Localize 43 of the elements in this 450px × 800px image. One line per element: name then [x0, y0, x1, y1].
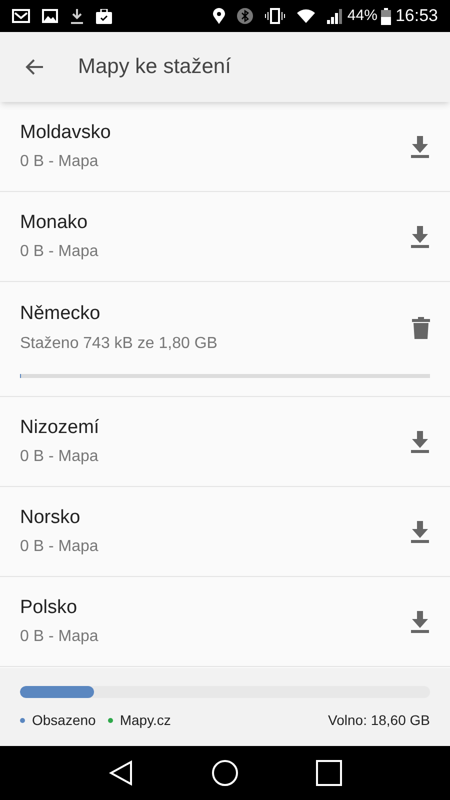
bluetooth-icon: [237, 8, 254, 24]
image-icon: [42, 9, 58, 23]
map-name: Polsko: [20, 596, 78, 620]
battery-icon: [381, 8, 392, 24]
map-size: 0 B - Mapa: [20, 537, 100, 558]
location-icon: [213, 8, 226, 24]
map-list-item[interactable]: Norsko 0 B - Mapa: [0, 487, 450, 577]
signal-icon: [327, 8, 344, 24]
screen-title: Mapy ke stažení: [78, 54, 231, 80]
legend-label: Mapy.cz: [120, 711, 171, 730]
map-name: Německo: [20, 302, 102, 326]
clock: 16:53: [395, 5, 438, 28]
download-icon[interactable]: [410, 226, 430, 248]
legend-label: Obsazeno: [32, 711, 96, 730]
download-icon[interactable]: [410, 136, 430, 158]
home-icon[interactable]: [210, 759, 239, 787]
map-list-item[interactable]: Moldavsko 0 B - Mapa: [0, 102, 450, 192]
map-list-item[interactable]: Monako 0 B - Mapa: [0, 192, 450, 282]
map-size: 0 B - Mapa: [20, 152, 100, 172]
map-size: Staženo 743 kB ze 1,80 GB: [20, 334, 218, 354]
map-name: Nizozemí: [20, 416, 100, 440]
free-space-label: Volno: 18,60 GB: [328, 711, 430, 730]
battery-level: 44%: [347, 6, 378, 26]
download-icon: [70, 8, 84, 24]
map-name: Norsko: [20, 506, 82, 530]
recents-icon[interactable]: [316, 760, 342, 786]
map-name: Monako: [20, 210, 89, 235]
wifi-icon: [297, 9, 316, 23]
download-icon[interactable]: [410, 430, 430, 452]
map-size: 0 B - Mapa: [20, 627, 100, 648]
map-size: 0 B - Mapa: [20, 447, 100, 468]
map-list-item[interactable]: Polsko 0 B - Mapa: [0, 577, 450, 667]
download-icon[interactable]: [410, 610, 430, 632]
back-icon[interactable]: [108, 760, 134, 786]
mail-icon: [12, 9, 30, 23]
trash-icon[interactable]: [412, 317, 430, 339]
map-name: Moldavsko: [20, 120, 112, 145]
map-list-item[interactable]: Německo Staženo 743 kB ze 1,80 GB: [0, 282, 450, 397]
vibrate-icon: [265, 8, 286, 24]
map-list-item[interactable]: Nizozemí 0 B - Mapa: [0, 397, 450, 487]
briefcase-icon: [96, 8, 112, 24]
download-icon[interactable]: [410, 520, 430, 542]
map-size: 0 B - Mapa: [20, 242, 100, 262]
